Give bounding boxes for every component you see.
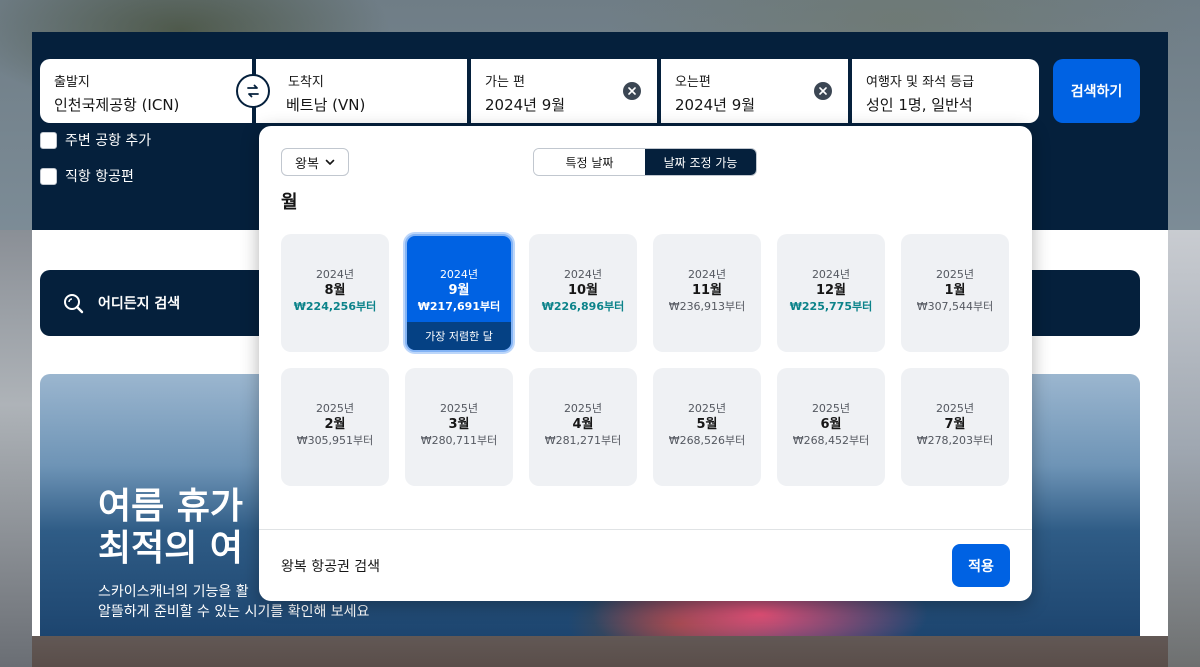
hero-title-line1: 여름 휴가	[98, 486, 244, 527]
month-card-price: ₩305,951부터	[296, 434, 374, 447]
month-card[interactable]: 2024년 9월 ₩217,691부터가장 저렴한 달	[405, 234, 513, 352]
hero-title-line2: 최적의 여	[98, 528, 244, 569]
month-card-year: 2024년	[315, 268, 355, 281]
month-card-price: ₩280,711부터	[420, 434, 498, 447]
date-mode-toggle: 특정 날짜 날짜 조정 가능	[533, 148, 757, 176]
month-card-month: 11월	[691, 283, 723, 298]
search-button[interactable]: 검색하기	[1053, 59, 1140, 123]
month-card-price: ₩225,775부터	[789, 300, 873, 313]
month-card-price: ₩236,913부터	[668, 300, 746, 313]
month-card[interactable]: 2025년 4월 ₩281,271부터	[529, 368, 637, 486]
depart-value: 2024년 9월	[485, 96, 566, 114]
month-card-price: ₩217,691부터	[417, 300, 501, 313]
month-card-month: 9월	[448, 283, 470, 298]
nearby-airports-option[interactable]: 주변 공항 추가	[40, 130, 151, 150]
chevron-down-icon	[325, 159, 335, 165]
month-card-year: 2025년	[439, 402, 479, 415]
explore-label: 어디든지 검색	[98, 296, 181, 312]
travellers-value: 성인 1명, 일반석	[866, 96, 973, 114]
travellers-label: 여행자 및 좌석 등급	[866, 75, 975, 90]
tab-specific-dates[interactable]: 특정 날짜	[534, 149, 645, 175]
explore-search-icon	[64, 294, 84, 314]
month-card-month: 7월	[944, 417, 966, 432]
picker-footer-text: 왕복 항공권 검색	[281, 559, 381, 575]
month-card-year: 2025년	[935, 268, 975, 281]
month-card-price: ₩307,544부터	[916, 300, 994, 313]
depart-label: 가는 편	[485, 75, 526, 90]
swap-button[interactable]	[236, 74, 270, 108]
direct-flights-checkbox[interactable]	[40, 167, 57, 185]
direct-flights-label: 직항 항공편	[65, 169, 134, 185]
month-card-year: 2024년	[811, 268, 851, 281]
month-card-month: 10월	[567, 283, 599, 298]
month-grid: 2024년 8월 ₩224,256부터 2024년 9월 ₩217,691부터가장 저렴한…	[281, 234, 1009, 486]
month-card-price: ₩226,896부터	[541, 300, 625, 313]
trip-type-select[interactable]: 왕복	[281, 148, 349, 176]
hero-subtitle-line2: 알뜰하게 준비할 수 있는 시기를 확인해 보세요	[98, 604, 370, 620]
month-card[interactable]: 2025년 2월 ₩305,951부터	[281, 368, 389, 486]
month-card-year: 2025년	[687, 402, 727, 415]
return-value: 2024년 9월	[675, 96, 756, 114]
depart-date-field[interactable]: 가는 편 2024년 9월	[471, 59, 657, 123]
apply-button[interactable]: 적용	[952, 544, 1010, 587]
month-card[interactable]: 2024년 11월 ₩236,913부터	[653, 234, 761, 352]
month-card-month: 5월	[696, 417, 718, 432]
month-card-year: 2025년	[563, 402, 603, 415]
month-card-month: 2월	[324, 417, 346, 432]
month-card-month: 6월	[820, 417, 842, 432]
month-card-year: 2024년	[439, 268, 479, 281]
month-card-month: 8월	[324, 283, 346, 298]
month-card-year: 2024년	[687, 268, 727, 281]
month-card-price: ₩224,256부터	[293, 300, 377, 313]
travellers-cabin-field[interactable]: 여행자 및 좌석 등급 성인 1명, 일반석	[852, 59, 1039, 123]
month-card[interactable]: 2025년 1월 ₩307,544부터	[901, 234, 1009, 352]
month-card[interactable]: 2025년 7월 ₩278,203부터	[901, 368, 1009, 486]
background-left-edge	[0, 230, 32, 667]
month-card-price: ₩268,452부터	[792, 434, 870, 447]
month-card-price: ₩281,271부터	[544, 434, 622, 447]
month-card-month: 3월	[448, 417, 470, 432]
clear-return-button[interactable]	[814, 82, 832, 100]
hero-title: 여름 휴가 최적의 여	[98, 486, 268, 570]
month-heading: 월	[281, 192, 298, 213]
close-icon	[819, 87, 827, 95]
month-card[interactable]: 2025년 6월 ₩268,452부터	[777, 368, 885, 486]
picker-divider	[259, 529, 1032, 530]
nearby-airports-checkbox[interactable]	[40, 131, 57, 149]
month-card[interactable]: 2025년 5월 ₩268,526부터	[653, 368, 761, 486]
origin-label: 출발지	[54, 75, 90, 90]
month-card-year: 2025년	[935, 402, 975, 415]
month-card-month: 1월	[944, 283, 966, 298]
close-icon	[628, 87, 636, 95]
month-card[interactable]: 2025년 3월 ₩280,711부터	[405, 368, 513, 486]
return-label: 오는편	[675, 75, 711, 90]
cheapest-month-badge: 가장 저렴한 달	[407, 322, 511, 350]
direct-flights-option[interactable]: 직항 항공편	[40, 166, 134, 186]
tab-flexible-dates[interactable]: 날짜 조정 가능	[645, 149, 756, 175]
month-card-price: ₩278,203부터	[916, 434, 994, 447]
month-card[interactable]: 2024년 12월 ₩225,775부터	[777, 234, 885, 352]
origin-value: 인천국제공항 (ICN)	[54, 96, 180, 114]
nearby-airports-label: 주변 공항 추가	[65, 133, 152, 149]
month-card-month: 4월	[572, 417, 594, 432]
month-card-year: 2025년	[315, 402, 355, 415]
month-card-month: 12월	[815, 283, 847, 298]
clear-depart-button[interactable]	[623, 82, 641, 100]
background-right-edge	[1168, 230, 1200, 667]
month-card-year: 2024년	[563, 268, 603, 281]
origin-field[interactable]: 출발지 인천국제공항 (ICN)	[40, 59, 252, 123]
destination-value: 베트남 (VN)	[286, 96, 366, 114]
destination-label: 도착지	[288, 75, 324, 90]
destination-field[interactable]: 도착지 베트남 (VN)	[256, 59, 467, 123]
date-picker-popup: 왕복 특정 날짜 날짜 조정 가능 월 2024년 8월 ₩224,256부터 202…	[259, 126, 1032, 601]
month-card[interactable]: 2024년 8월 ₩224,256부터	[281, 234, 389, 352]
swap-arrows-icon	[247, 84, 259, 98]
month-card-price: ₩268,526부터	[668, 434, 746, 447]
trip-type-value: 왕복	[295, 156, 319, 172]
month-card[interactable]: 2024년 10월 ₩226,896부터	[529, 234, 637, 352]
month-card-year: 2025년	[811, 402, 851, 415]
return-date-field[interactable]: 오는편 2024년 9월	[661, 59, 848, 123]
